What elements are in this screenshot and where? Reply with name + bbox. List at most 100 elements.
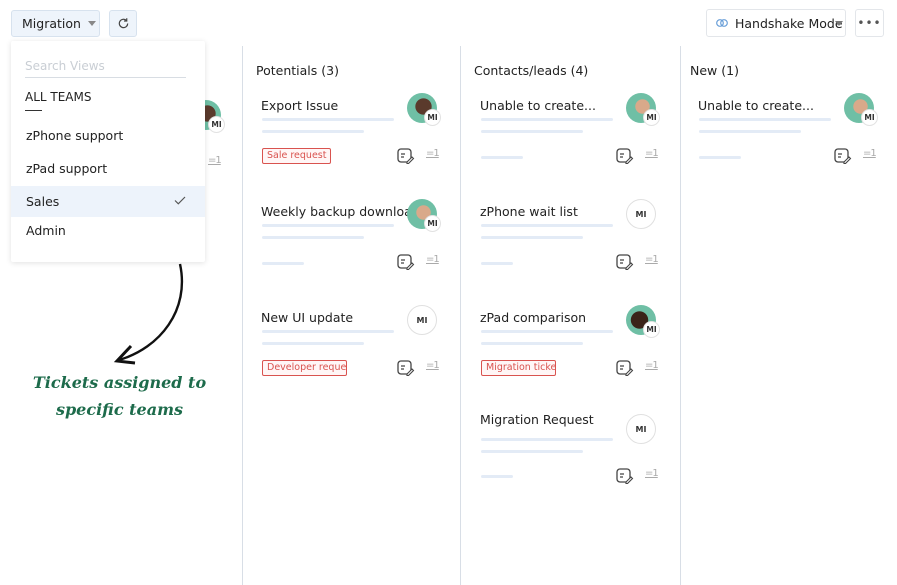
mode-selector[interactable]: Handshake Mode [706, 9, 846, 37]
caret-down-icon [87, 21, 96, 26]
refresh-button[interactable] [109, 10, 137, 37]
more-icon: ••• [857, 16, 882, 30]
column-title: New (1) [690, 63, 739, 78]
ticket-card[interactable]: Unable to create... MI =1 [698, 93, 888, 188]
ticket-title: zPhone wait list [480, 204, 578, 219]
caret-down-icon [834, 20, 843, 26]
ticket-title: Migration Request [480, 412, 594, 427]
subtask-count-icon[interactable]: =1 [426, 148, 440, 159]
column-divider [460, 46, 461, 585]
column-divider [680, 46, 681, 585]
view-selector[interactable]: Migration [11, 10, 100, 37]
view-option-admin[interactable]: Admin [11, 215, 205, 246]
placeholder-line [481, 342, 583, 345]
assignee-initials: MI [424, 109, 441, 126]
placeholder-line [699, 130, 801, 133]
note-edit-icon[interactable] [397, 254, 415, 270]
view-dropdown: ALL TEAMS zPhone support zPad support Sa… [11, 41, 205, 262]
note-edit-icon[interactable] [616, 148, 634, 164]
placeholder-line [481, 450, 583, 453]
placeholder-line [481, 118, 613, 121]
assignee-avatar: MI [407, 199, 441, 232]
ticket-title: Weekly backup downloa... [261, 204, 409, 219]
ticket-title: Unable to create... [480, 98, 596, 113]
assignee-avatar: MI [407, 305, 437, 335]
note-edit-icon[interactable] [397, 360, 415, 376]
placeholder-line [481, 224, 613, 227]
ticket-tag: Migration ticket [481, 360, 556, 376]
assignee-initials: MI [643, 109, 660, 126]
note-edit-icon[interactable] [616, 254, 634, 270]
view-option-zphone-support[interactable]: zPhone support [11, 120, 205, 151]
ticket-title: New UI update [261, 310, 354, 325]
assignee-avatar: MI [407, 93, 441, 126]
assignee-avatar: MI [626, 414, 656, 444]
subtask-count-icon[interactable]: =1 [645, 148, 659, 159]
group-label: ALL TEAMS [25, 90, 92, 104]
view-selector-label: Migration [22, 16, 81, 31]
checkmark-icon [174, 196, 186, 205]
more-options-button[interactable]: ••• [855, 9, 884, 37]
placeholder-line [481, 262, 513, 265]
placeholder-line [262, 262, 304, 265]
ticket-card[interactable]: Migration Request MI =1 [480, 412, 670, 502]
placeholder-line [481, 475, 513, 478]
note-edit-icon[interactable] [616, 468, 634, 484]
ticket-card[interactable]: zPad comparison Migration ticket MI =1 [480, 305, 670, 400]
assignee-initials: MI [861, 109, 878, 126]
note-edit-icon[interactable] [834, 148, 852, 164]
column-divider [242, 46, 243, 585]
ticket-card[interactable]: Export Issue Sale request MI =1 [261, 93, 451, 188]
ticket-tag: Developer request [262, 360, 347, 376]
assignee-avatar: MI [844, 93, 878, 126]
view-option-sales[interactable]: Sales [11, 186, 205, 217]
subtask-count-icon[interactable]: =1 [645, 360, 659, 371]
ticket-card[interactable]: Weekly backup downloa... MI =1 [261, 199, 451, 294]
subtask-count-icon[interactable]: =1 [645, 468, 659, 479]
assignee-avatar: MI [626, 305, 660, 338]
view-option-zpad-support[interactable]: zPad support [11, 153, 205, 184]
handshake-icon [716, 19, 728, 27]
placeholder-line [481, 156, 523, 159]
search-views-input[interactable] [25, 54, 186, 78]
placeholder-line [262, 330, 394, 333]
placeholder-line [699, 118, 831, 121]
annotation-text: Tickets assigned to specific teams [32, 373, 207, 419]
ticket-card[interactable]: New UI update Developer request MI =1 [261, 305, 451, 400]
ticket-title: Export Issue [261, 98, 339, 113]
assignee-avatar: MI [626, 93, 660, 126]
refresh-icon [118, 18, 128, 29]
placeholder-line [262, 236, 364, 239]
subtask-count-icon[interactable]: =1 [426, 254, 440, 265]
placeholder-line [699, 156, 741, 159]
note-edit-icon[interactable] [397, 148, 415, 164]
ticket-title: Unable to create... [698, 98, 814, 113]
note-edit-icon[interactable] [616, 360, 634, 376]
view-option-label: Sales [26, 194, 60, 209]
subtask-count-icon[interactable]: =1 [208, 155, 222, 166]
subtask-count-icon[interactable]: =1 [426, 360, 440, 371]
mode-selector-label: Handshake Mode [735, 15, 843, 31]
assignee-avatar: MI [626, 199, 656, 229]
view-option-label: Admin [26, 223, 66, 238]
subtask-count-icon[interactable]: =1 [863, 148, 877, 159]
placeholder-line [481, 438, 613, 441]
subtask-count-icon[interactable]: =1 [645, 254, 659, 265]
ticket-card[interactable]: zPhone wait list MI =1 [480, 199, 670, 294]
annotation-arrow-icon [113, 263, 184, 365]
column-title: Potentials (3) [256, 63, 339, 78]
placeholder-line [262, 224, 394, 227]
ticket-tag: Sale request [262, 148, 332, 164]
placeholder-line [262, 342, 364, 345]
view-option-label: zPad support [26, 161, 108, 176]
assignee-initials: MI [643, 321, 660, 338]
assignee-initials: MI [208, 116, 225, 133]
placeholder-line [262, 130, 364, 133]
placeholder-line [262, 118, 394, 121]
view-option-label: zPhone support [26, 128, 124, 143]
placeholder-line [481, 236, 583, 239]
placeholder-line [481, 130, 583, 133]
kanban-board: Migration Handshake Mode ••• MI =1 Poten… [0, 0, 897, 585]
divider [25, 110, 42, 111]
ticket-card[interactable]: Unable to create... MI =1 [480, 93, 670, 188]
